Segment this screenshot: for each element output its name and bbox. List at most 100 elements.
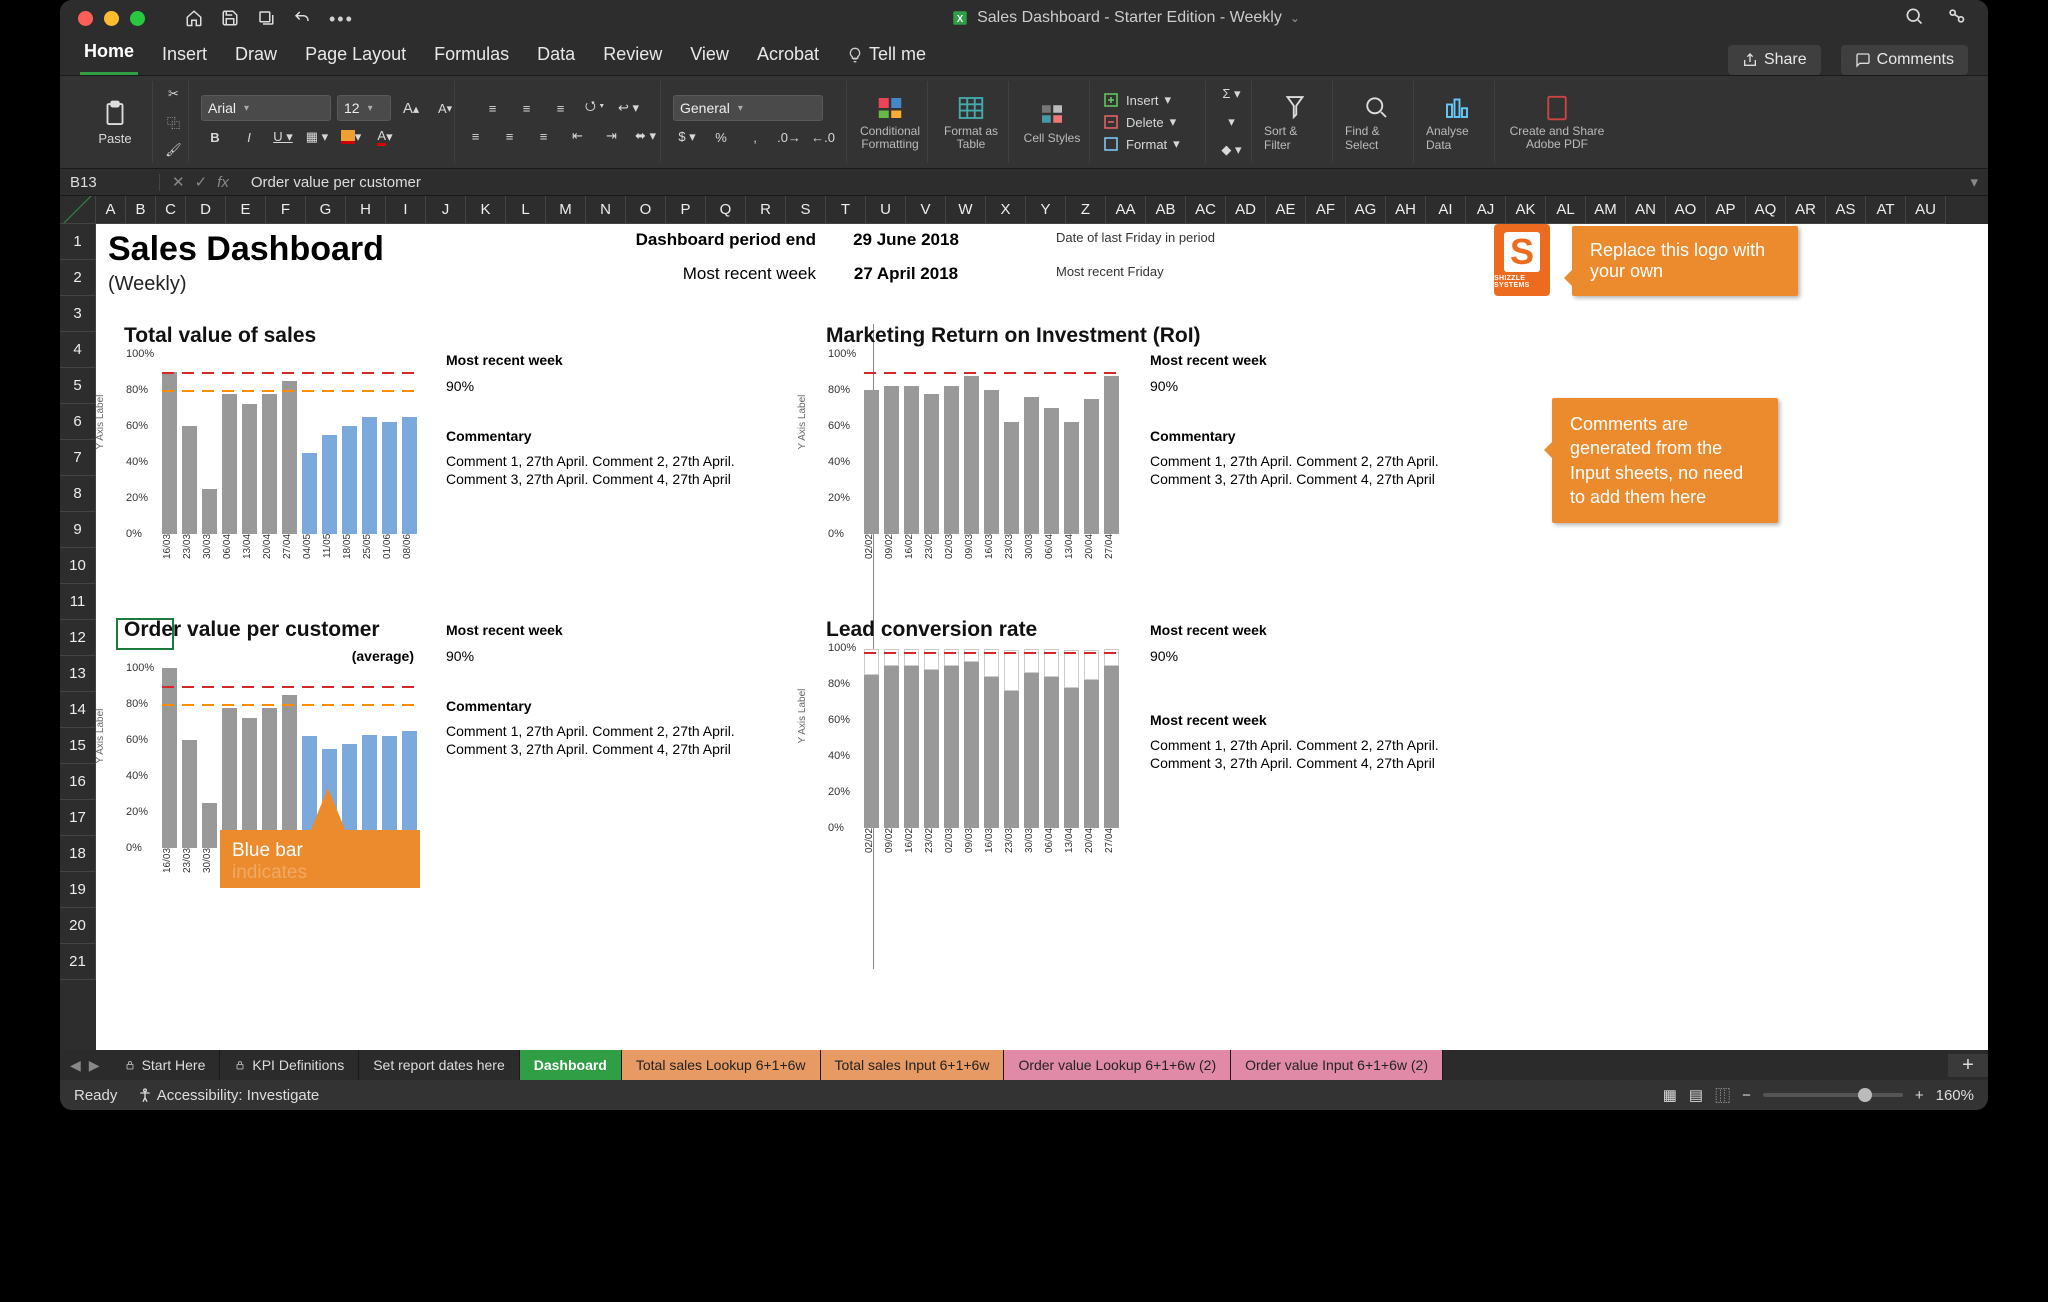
fill-down-icon[interactable]: ▾ (1218, 110, 1246, 134)
col-E[interactable]: E (226, 196, 266, 224)
col-AS[interactable]: AS (1826, 196, 1866, 224)
tab-page-layout[interactable]: Page Layout (301, 38, 410, 75)
number-format-combo[interactable]: General▾ (673, 95, 823, 121)
increase-indent-icon[interactable]: ⇥ (598, 124, 626, 148)
align-middle-icon[interactable]: ≡ (513, 96, 541, 120)
col-C[interactable]: C (156, 196, 186, 224)
row-14[interactable]: 14 (60, 692, 96, 728)
adobe-pdf-button[interactable]: Create and Share Adobe PDF (1507, 93, 1607, 151)
row-18[interactable]: 18 (60, 836, 96, 872)
col-AP[interactable]: AP (1706, 196, 1746, 224)
col-AH[interactable]: AH (1386, 196, 1426, 224)
view-page-break-icon[interactable]: ⿲ (1715, 1085, 1730, 1106)
cell-styles-button[interactable]: Cell Styles (1021, 99, 1083, 145)
font-family-combo[interactable]: Arial▾ (201, 95, 331, 121)
sheet-tab-set-report-dates-here[interactable]: Set report dates here (359, 1050, 520, 1080)
sheet-tab-start-here[interactable]: Start Here (110, 1050, 221, 1080)
col-AF[interactable]: AF (1306, 196, 1346, 224)
tab-review[interactable]: Review (599, 38, 666, 75)
font-color-icon[interactable]: A ▾ (371, 125, 399, 149)
row-6[interactable]: 6 (60, 404, 96, 440)
sheet-tab-total-sales-lookup-6-1-6w[interactable]: Total sales Lookup 6+1+6w (622, 1050, 821, 1080)
sheet-tab-total-sales-input-6-1-6w[interactable]: Total sales Input 6+1+6w (821, 1050, 1005, 1080)
format-painter-icon[interactable]: 🖌 (160, 138, 188, 162)
font-size-combo[interactable]: 12▾ (337, 95, 391, 121)
decrease-indent-icon[interactable]: ⇤ (564, 124, 592, 148)
formula-value[interactable]: Order value per customer (241, 174, 431, 191)
find-select-button[interactable]: Find & Select (1345, 92, 1407, 152)
name-box[interactable]: B13 (60, 174, 160, 191)
fill-color-icon[interactable]: ▾ (337, 125, 365, 149)
col-R[interactable]: R (746, 196, 786, 224)
col-AI[interactable]: AI (1426, 196, 1466, 224)
row-15[interactable]: 15 (60, 728, 96, 764)
row-13[interactable]: 13 (60, 656, 96, 692)
copy-icon[interactable]: ⿻ (160, 110, 188, 134)
title-chevron-icon[interactable]: ⌄ (1290, 11, 1300, 25)
row-4[interactable]: 4 (60, 332, 96, 368)
insert-cells-button[interactable]: Insert ▾ (1102, 91, 1171, 109)
select-all-corner[interactable] (60, 196, 96, 224)
row-8[interactable]: 8 (60, 476, 96, 512)
sheet-tab-kpi-definitions[interactable]: KPI Definitions (220, 1050, 359, 1080)
col-F[interactable]: F (266, 196, 306, 224)
zoom-out-icon[interactable]: − (1742, 1087, 1751, 1104)
col-AT[interactable]: AT (1866, 196, 1906, 224)
close-window-icon[interactable] (78, 11, 93, 26)
format-as-table-button[interactable]: Format as Table (940, 93, 1002, 151)
comments-button[interactable]: Comments (1841, 45, 1968, 75)
tab-data[interactable]: Data (533, 38, 579, 75)
bold-icon[interactable]: B (201, 125, 229, 149)
add-sheet-button[interactable]: + (1948, 1054, 1988, 1077)
sheet-next-icon[interactable]: ▶ (89, 1057, 100, 1074)
col-A[interactable]: A (96, 196, 126, 224)
col-AA[interactable]: AA (1106, 196, 1146, 224)
decrease-font-icon[interactable]: A▾ (431, 96, 459, 120)
row-9[interactable]: 9 (60, 512, 96, 548)
row-19[interactable]: 19 (60, 872, 96, 908)
accept-formula-icon[interactable]: ✓ (195, 173, 208, 191)
col-P[interactable]: P (666, 196, 706, 224)
share-button[interactable]: Share (1728, 45, 1821, 75)
row-16[interactable]: 16 (60, 764, 96, 800)
expand-formula-bar-icon[interactable]: ▾ (1970, 173, 1978, 191)
col-AB[interactable]: AB (1146, 196, 1186, 224)
col-Y[interactable]: Y (1026, 196, 1066, 224)
col-V[interactable]: V (906, 196, 946, 224)
row-11[interactable]: 11 (60, 584, 96, 620)
currency-icon[interactable]: $ ▾ (673, 125, 701, 149)
col-K[interactable]: K (466, 196, 506, 224)
col-S[interactable]: S (786, 196, 826, 224)
percent-icon[interactable]: % (707, 125, 735, 149)
col-AL[interactable]: AL (1546, 196, 1586, 224)
italic-icon[interactable]: I (235, 125, 263, 149)
col-X[interactable]: X (986, 196, 1026, 224)
underline-icon[interactable]: U ▾ (269, 125, 297, 149)
col-L[interactable]: L (506, 196, 546, 224)
align-left-icon[interactable]: ≡ (462, 124, 490, 148)
row-1[interactable]: 1 (60, 224, 96, 260)
col-I[interactable]: I (386, 196, 426, 224)
view-normal-icon[interactable]: ▦ (1663, 1086, 1677, 1104)
sort-filter-button[interactable]: Sort & Filter (1264, 92, 1326, 152)
align-bottom-icon[interactable]: ≡ (547, 96, 575, 120)
tab-acrobat[interactable]: Acrobat (753, 38, 823, 75)
col-AR[interactable]: AR (1786, 196, 1826, 224)
col-AM[interactable]: AM (1586, 196, 1626, 224)
border-icon[interactable]: ▦ ▾ (303, 125, 331, 149)
col-AU[interactable]: AU (1906, 196, 1946, 224)
row-2[interactable]: 2 (60, 260, 96, 296)
row-5[interactable]: 5 (60, 368, 96, 404)
view-page-layout-icon[interactable]: ▤ (1689, 1086, 1703, 1104)
col-U[interactable]: U (866, 196, 906, 224)
window-traffic-lights[interactable] (78, 11, 145, 26)
conditional-formatting-button[interactable]: Conditional Formatting (859, 93, 921, 151)
minimize-window-icon[interactable] (104, 11, 119, 26)
col-AK[interactable]: AK (1506, 196, 1546, 224)
row-21[interactable]: 21 (60, 944, 96, 980)
row-12[interactable]: 12 (60, 620, 96, 656)
save-all-icon[interactable] (257, 9, 275, 27)
row-header-column[interactable]: 123456789101112131415161718192021 (60, 224, 96, 1050)
row-3[interactable]: 3 (60, 296, 96, 332)
analyse-data-button[interactable]: Analyse Data (1426, 92, 1488, 152)
